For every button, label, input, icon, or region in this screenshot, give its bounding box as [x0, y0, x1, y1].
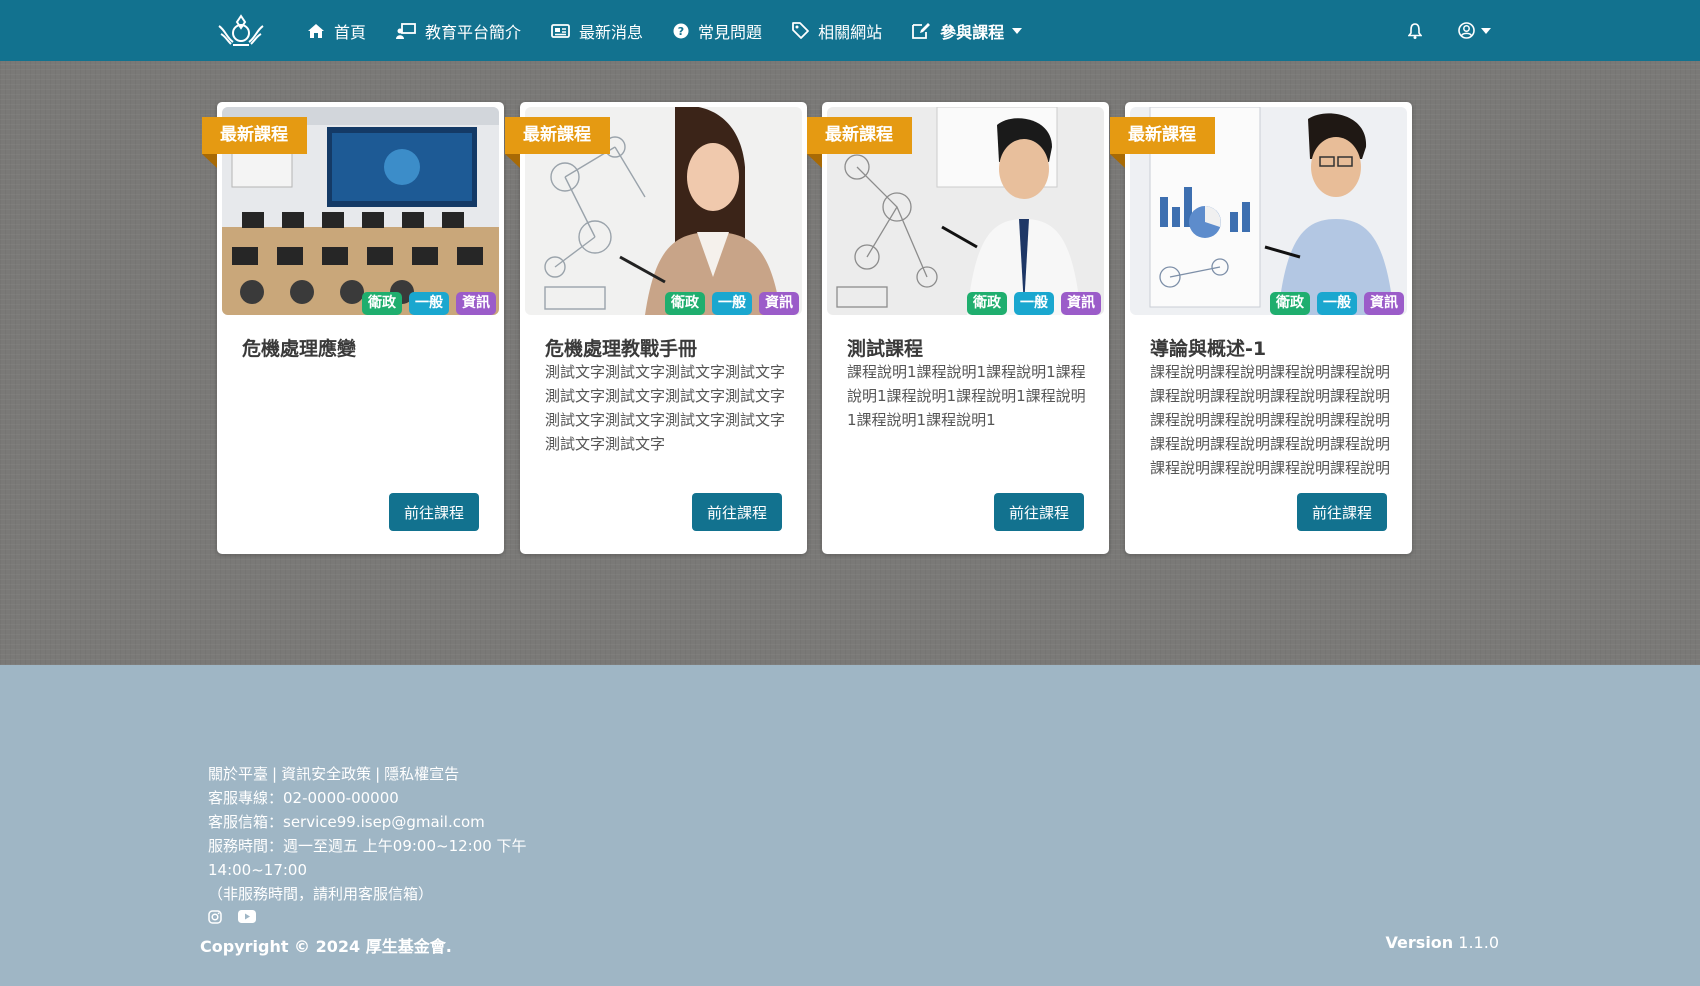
youtube-icon: [238, 910, 256, 923]
question-circle-icon: ?: [673, 23, 689, 38]
course-description: 課程說明課程說明課程說明課程說明課程說明課程說明課程說明課程說明課程說明課程說明…: [1150, 363, 1390, 477]
course-card: 最新課程 衛政 一般 資訊 危機處理教戰手冊 測試文字測試文字測試文字測試文字測…: [505, 102, 807, 554]
tag-information: 資訊: [759, 292, 799, 315]
svg-text:?: ?: [678, 25, 684, 38]
nav-links[interactable]: 相關網站: [792, 19, 882, 43]
course-title: 危機處理教戰手冊: [545, 338, 698, 360]
go-to-course-button[interactable]: 前往課程: [994, 493, 1084, 531]
go-to-course-button[interactable]: 前往課程: [389, 493, 479, 531]
footer-separator: |: [375, 765, 381, 783]
course-title: 導論與概述-1: [1150, 338, 1267, 360]
ribbon-fold: [505, 154, 520, 168]
tag-general: 一般: [409, 292, 449, 315]
service-phone: 客服專線：02-0000-00000: [208, 789, 399, 807]
site-logo[interactable]: [215, 12, 267, 48]
course-card: 最新課程 衛政 一般 資訊 測試課程 課程說明1課程說明1課程說明1課程說明1課…: [807, 102, 1109, 554]
footer-links: 關於平臺 | 資訊安全政策 | 隱私權宣告: [208, 762, 528, 786]
instagram-icon: [208, 910, 222, 924]
new-course-ribbon: 最新課程: [1110, 117, 1215, 154]
new-course-ribbon: 最新課程: [807, 117, 912, 154]
copyright: Copyright © 2024 厚生基金會.: [200, 937, 452, 956]
course-title: 測試課程: [847, 338, 924, 360]
footer-link-about[interactable]: 關於平臺: [208, 762, 268, 786]
tag-general: 一般: [1317, 292, 1357, 315]
tag-information: 資訊: [456, 292, 496, 315]
user-circle-icon: [1458, 22, 1475, 39]
nav-news[interactable]: 最新消息: [551, 19, 643, 43]
home-icon: [308, 23, 324, 38]
footer-info: 關於平臺 | 資訊安全政策 | 隱私權宣告 客服專線：02-0000-00000…: [208, 762, 528, 906]
youtube-link[interactable]: [238, 910, 256, 924]
course-description: [242, 360, 482, 480]
nav-about-label: 教育平台簡介: [425, 22, 522, 42]
nav-about[interactable]: 教育平台簡介: [396, 19, 521, 43]
course-description: 測試文字測試文字測試文字測試文字測試文字測試文字測試文字測試文字測試文字測試文字…: [545, 363, 785, 453]
nav-news-label: 最新消息: [579, 22, 644, 42]
notifications-button[interactable]: [1408, 22, 1422, 39]
new-course-ribbon: 最新課程: [202, 117, 307, 154]
ribbon-fold: [202, 154, 217, 168]
user-menu-button[interactable]: [1458, 22, 1491, 39]
tag-health-admin: 衛政: [665, 292, 705, 315]
course-tags: 衛政 一般 資訊: [355, 292, 496, 315]
nav-courses-dropdown[interactable]: 參與課程: [912, 19, 1023, 43]
tag-health-admin: 衛政: [967, 292, 1007, 315]
tag-health-admin: 衛政: [362, 292, 402, 315]
tag-information: 資訊: [1364, 292, 1404, 315]
tag-general: 一般: [1014, 292, 1054, 315]
course-description: 課程說明1課程說明1課程說明1課程說明1課程說明1課程說明1課程說明1課程說明1…: [847, 363, 1086, 429]
course-tags: 衛政 一般 資訊: [658, 292, 799, 315]
chalkboard-teacher-icon: [396, 22, 416, 39]
footer-link-privacy[interactable]: 隱私權宣告: [384, 762, 459, 786]
bell-icon: [1408, 22, 1422, 39]
nav-links-label: 相關網站: [818, 22, 883, 42]
course-card: 最新課程 衛政 一般 資訊 危機處理應變 前往課程: [202, 102, 504, 554]
tag-health-admin: 衛政: [1270, 292, 1310, 315]
course-card: 最新課程 衛政 一般 資訊 導論與概述-1 課程說明課程說明課程說明課程說明課程…: [1110, 102, 1412, 554]
footer-separator: |: [272, 765, 278, 783]
social-links: [208, 910, 272, 924]
tag-general: 一般: [712, 292, 752, 315]
top-navbar: 首頁 教育平台簡介 最新消息 ? 常見問題 相關網站 參與課程: [0, 0, 1700, 61]
course-tags: 衛政 一般 資訊: [1263, 292, 1404, 315]
nav-faq-label: 常見問題: [698, 22, 763, 42]
caret-down-icon: [1481, 27, 1491, 34]
go-to-course-button[interactable]: 前往課程: [1297, 493, 1387, 531]
tag-information: 資訊: [1061, 292, 1101, 315]
course-list: 最新課程 衛政 一般 資訊 危機處理應變 前往課程 最新課程 衛政 一般 資訊 …: [0, 61, 1700, 665]
nav-home-label: 首頁: [334, 22, 367, 42]
site-footer: 關於平臺 | 資訊安全政策 | 隱私權宣告 客服專線：02-0000-00000…: [0, 665, 1700, 986]
version-number: 1.1.0: [1458, 933, 1499, 952]
ribbon-fold: [1110, 154, 1125, 168]
version-info: Version 1.1.0: [1386, 933, 1499, 952]
version-label: Version: [1385, 933, 1454, 952]
service-note: （非服務時間，請利用客服信箱）: [208, 885, 434, 903]
instagram-link[interactable]: [208, 910, 222, 924]
new-course-ribbon: 最新課程: [505, 117, 610, 154]
tag-icon: [792, 22, 809, 39]
newspaper-icon: [551, 23, 570, 38]
ribbon-fold: [807, 154, 822, 168]
service-hours: 服務時間：週一至週五 上午09:00~12:00 下午14:00~17:00: [208, 837, 527, 879]
service-email: 客服信箱：service99.isep@gmail.com: [208, 813, 485, 831]
nav-courses-label: 參與課程: [940, 22, 1005, 42]
course-tags: 衛政 一般 資訊: [960, 292, 1101, 315]
nav-home[interactable]: 首頁: [307, 19, 366, 43]
footer-link-security-policy[interactable]: 資訊安全政策: [281, 762, 371, 786]
course-title: 危機處理應變: [242, 338, 357, 360]
nav-faq[interactable]: ? 常見問題: [673, 19, 762, 43]
caret-down-icon: [1012, 27, 1023, 34]
go-to-course-button[interactable]: 前往課程: [692, 493, 782, 531]
edit-icon: [912, 23, 931, 39]
